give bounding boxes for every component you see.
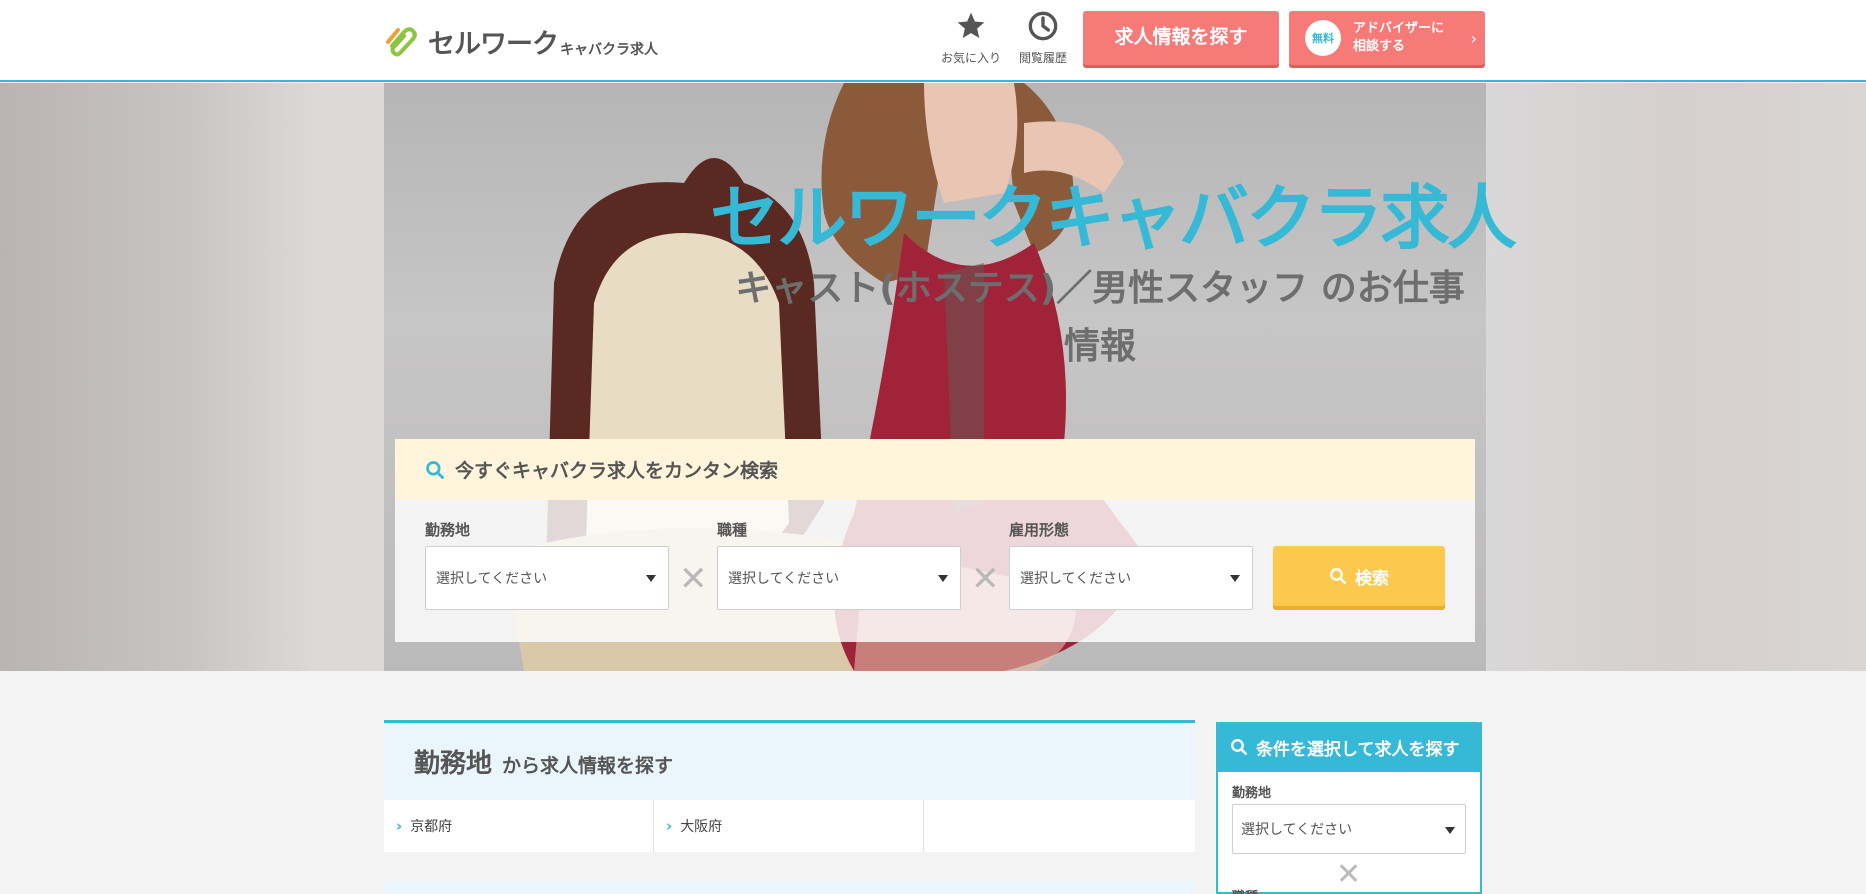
search-icon — [1231, 739, 1248, 756]
location-label: 勤務地 — [425, 521, 471, 539]
area-item-osaka[interactable]: › 大阪府 — [654, 800, 924, 852]
quick-search-panel: 今すぐキャバクラ求人をカンタン検索 勤務地 選択してください ✕ 職種 選択して… — [395, 439, 1475, 642]
area-section: 勤務地 から求人情報を探す › 京都府 › 大阪府 — [384, 720, 1195, 852]
search-jobs-button[interactable]: 求人情報を探す — [1083, 11, 1279, 65]
area-item-empty — [924, 800, 1195, 852]
sidebar-job-type-label: 職種 — [1232, 886, 1258, 894]
history-button[interactable]: 閲覧履歴 — [1016, 10, 1070, 66]
quick-search-form: 勤務地 選択してください ✕ 職種 選択してください ✕ 雇用形態 選択してくだ… — [395, 500, 1475, 642]
hero-title: セルワークキャバクラ求人 — [710, 177, 1517, 259]
advisor-text: アドバイザーに 相談する — [1353, 20, 1444, 56]
hero-banner: セルワークキャバクラ求人 キャスト(ホステス)／男性スタッフ のお仕事情報 今す… — [0, 83, 1866, 671]
advisor-line1: アドバイザーに — [1353, 21, 1445, 36]
advisor-line2: 相談する — [1353, 39, 1406, 54]
search-icon — [1330, 568, 1347, 585]
site-header: セルワーク キャバクラ求人 お気に入り 閲覧履歴 求人情報を探す 無料 アドバイ… — [0, 0, 1866, 82]
logo-main-text: セルワーク — [428, 29, 559, 60]
sidebar-search: 条件を選択して求人を探す 勤務地 選択してください ✕ 職種 — [1216, 722, 1482, 894]
free-badge: 無料 — [1305, 20, 1341, 56]
job-type-label: 職種 — [717, 521, 748, 539]
clock-icon — [1028, 11, 1058, 41]
sidebar-search-heading: 条件を選択して求人を探す — [1256, 739, 1460, 760]
chevron-right-icon: › — [666, 817, 673, 835]
chevron-right-icon: › — [1470, 29, 1477, 48]
next-section — [384, 881, 1195, 894]
employment-type-select[interactable]: 選択してください — [1009, 546, 1253, 610]
location-select[interactable]: 選択してください — [425, 546, 669, 610]
area-list: › 京都府 › 大阪府 — [384, 800, 1195, 852]
dropdown-arrow-icon — [1445, 827, 1455, 834]
sidebar-location-select[interactable]: 選択してください — [1232, 804, 1466, 854]
favorites-label: お気に入り — [940, 51, 1001, 65]
times-icon: ✕ — [1336, 857, 1362, 892]
quick-search-heading: 今すぐキャバクラ求人をカンタン検索 — [455, 460, 779, 482]
hero-subtitle: キャスト(ホステス)／男性スタッフ のお仕事情報 — [735, 268, 1465, 367]
history-label: 閲覧履歴 — [1018, 51, 1067, 65]
chevron-right-icon: › — [396, 817, 403, 835]
area-item-kyoto[interactable]: › 京都府 — [384, 800, 654, 852]
dropdown-arrow-icon — [938, 575, 948, 582]
area-heading-big: 勤務地 — [414, 749, 493, 779]
paperclip-logo-icon — [386, 27, 417, 57]
times-icon: ✕ — [971, 559, 1000, 599]
times-icon: ✕ — [679, 559, 708, 599]
quick-search-header: 今すぐキャバクラ求人をカンタン検索 — [395, 439, 1475, 500]
dropdown-arrow-icon — [646, 575, 656, 582]
job-type-select[interactable]: 選択してください — [717, 546, 961, 610]
employment-type-label: 雇用形態 — [1009, 521, 1070, 539]
sidebar-location-label: 勤務地 — [1232, 786, 1272, 801]
employment-type-select-value: 選択してください — [1020, 571, 1132, 587]
site-logo[interactable]: セルワーク キャバクラ求人 — [384, 22, 658, 58]
area-section-header: 勤務地 から求人情報を探す — [384, 720, 1195, 800]
area-heading-small: から求人情報を探す — [502, 755, 674, 777]
search-button[interactable]: 検索 — [1273, 546, 1445, 606]
area-item-label: 大阪府 — [680, 819, 723, 835]
sidebar-search-header: 条件を選択して求人を探す — [1216, 722, 1482, 772]
search-button-label: 検索 — [1355, 568, 1389, 589]
sidebar-location-value: 選択してください — [1241, 822, 1353, 838]
star-icon — [957, 12, 985, 38]
advisor-consult-button[interactable]: 無料 アドバイザーに 相談する › — [1289, 11, 1485, 65]
dropdown-arrow-icon — [1230, 575, 1240, 582]
area-item-label: 京都府 — [410, 819, 453, 835]
location-select-value: 選択してください — [436, 571, 548, 587]
search-icon — [426, 460, 444, 479]
logo-sub-text: キャバクラ求人 — [560, 42, 658, 58]
favorites-button[interactable]: お気に入り — [938, 10, 1004, 66]
job-type-select-value: 選択してください — [728, 571, 840, 587]
